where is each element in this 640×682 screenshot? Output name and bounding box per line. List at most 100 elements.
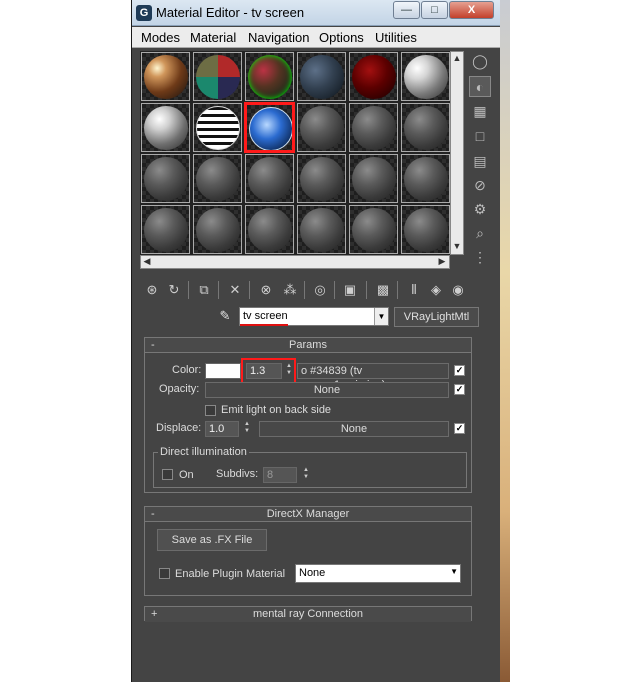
material-slot[interactable]	[193, 154, 242, 203]
menu-options[interactable]: Options	[319, 30, 364, 45]
material-sphere-preview	[352, 55, 396, 99]
material-slot[interactable]	[349, 205, 398, 254]
subdivs-spinner[interactable]: ▲ ▼	[301, 467, 311, 483]
material-slot[interactable]	[193, 103, 242, 152]
displace-field[interactable]: 1.0	[205, 421, 239, 437]
material-slot[interactable]	[401, 103, 450, 152]
material-sphere-preview	[196, 208, 240, 252]
enable-plugin-checkbox[interactable]	[159, 568, 170, 579]
emit-back-label: Emit light on back side	[221, 404, 332, 416]
material-slot[interactable]	[349, 154, 398, 203]
select-by-material-icon[interactable]: ⌕	[469, 223, 491, 244]
pick-material-icon[interactable]: ◉	[448, 280, 468, 300]
menu-navigation[interactable]: Navigation	[248, 30, 309, 45]
displace-spinner[interactable]: ▲ ▼	[242, 421, 252, 437]
go-to-parent-icon[interactable]: ⫴	[404, 280, 424, 300]
material-slot[interactable]	[349, 52, 398, 101]
material-slot[interactable]	[297, 205, 346, 254]
sample-uv-tiling-icon[interactable]: □	[469, 126, 491, 147]
get-material-icon[interactable]: ⊛	[142, 280, 162, 300]
plugin-select[interactable]: None ▼	[295, 564, 461, 583]
material-slot[interactable]	[141, 52, 190, 101]
opacity-map-button[interactable]: None	[205, 382, 449, 398]
scroll-down-icon[interactable]: ▼	[451, 241, 463, 251]
put-to-library-icon[interactable]: ⁂	[280, 280, 300, 300]
color-swatch[interactable]	[205, 363, 241, 379]
material-slot[interactable]	[297, 154, 346, 203]
material-id-channel-icon[interactable]: ◎	[310, 280, 330, 300]
video-color-check-icon[interactable]: ▤	[469, 151, 491, 172]
material-slot[interactable]	[141, 154, 190, 203]
chevron-down-icon[interactable]: ▼	[374, 308, 388, 325]
material-sphere-preview	[300, 55, 344, 99]
material-slot[interactable]	[245, 154, 294, 203]
go-forward-to-sibling-icon[interactable]: ◈	[426, 280, 446, 300]
material-sphere-preview	[404, 106, 448, 150]
material-slot[interactable]	[401, 154, 450, 203]
options-icon[interactable]: ⚙	[469, 199, 491, 220]
displace-map-button[interactable]: None	[259, 421, 449, 437]
material-slot[interactable]	[349, 103, 398, 152]
mental-ray-title: mental ray Connection	[252, 608, 364, 620]
mental-ray-rollout-header[interactable]: + mental ray Connection	[145, 607, 471, 622]
opacity-map-checkbox[interactable]: ✓	[454, 384, 465, 395]
close-button[interactable]: X	[449, 1, 494, 19]
material-slot[interactable]	[193, 52, 242, 101]
assign-to-selection-icon[interactable]: ⧉	[194, 280, 214, 300]
params-rollout: - Params Color: 1.3 ▲▼ o #34839 (tv scre…	[144, 337, 472, 493]
menu-modes[interactable]: Modes	[141, 30, 180, 45]
color-map-button[interactable]: o #34839 (tv screen1main.jpg)	[297, 363, 449, 391]
menu-utilities[interactable]: Utilities	[375, 30, 417, 45]
slots-vertical-scrollbar[interactable]: ▲ ▼	[450, 51, 464, 255]
material-slot[interactable]	[401, 52, 450, 101]
put-to-scene-icon[interactable]: ↻	[164, 280, 184, 300]
direct-on-checkbox[interactable]	[162, 469, 173, 480]
material-sphere-preview	[196, 106, 240, 150]
sample-type-icon[interactable]: ◯	[469, 51, 491, 72]
make-unique-icon[interactable]: ⊗	[256, 280, 276, 300]
displace-map-checkbox[interactable]: ✓	[454, 423, 465, 434]
material-sphere-preview	[248, 157, 292, 201]
material-slot[interactable]	[245, 52, 294, 101]
opacity-label: Opacity:	[159, 383, 200, 395]
directx-rollout-header[interactable]: - DirectX Manager	[145, 507, 471, 522]
save-fx-button[interactable]: Save as .FX File	[157, 529, 267, 551]
show-end-result-icon[interactable]: ▩	[373, 280, 393, 300]
material-map-navigator-icon[interactable]: ⋮	[469, 247, 491, 268]
slots-horizontal-scrollbar[interactable]: ◀ ▶	[140, 255, 450, 269]
material-sphere-preview	[352, 208, 396, 252]
subdivs-field[interactable]: 8	[263, 467, 297, 483]
color-map-checkbox[interactable]: ✓	[454, 365, 465, 376]
backlight-icon[interactable]: ◐	[469, 76, 491, 97]
maximize-button[interactable]: □	[421, 1, 448, 19]
material-sphere-preview	[248, 55, 292, 99]
scroll-left-icon[interactable]: ◀	[141, 256, 153, 267]
material-sphere-preview	[144, 208, 188, 252]
emit-back-checkbox[interactable]	[205, 405, 216, 416]
material-sphere-preview	[352, 157, 396, 201]
material-slot[interactable]	[141, 103, 190, 152]
material-slot[interactable]	[193, 205, 242, 254]
material-sphere-preview	[248, 208, 292, 252]
eyedropper-icon[interactable]: ✎	[216, 308, 234, 326]
material-name-text: tv screen	[243, 310, 288, 322]
reset-map-icon[interactable]: ✕	[225, 280, 245, 300]
scroll-right-icon[interactable]: ▶	[436, 256, 448, 267]
material-slot[interactable]	[141, 205, 190, 254]
show-map-in-viewport-icon[interactable]: ▣	[340, 280, 360, 300]
material-slot[interactable]	[401, 205, 450, 254]
material-slot[interactable]	[297, 52, 346, 101]
material-slot[interactable]	[297, 103, 346, 152]
params-rollout-header[interactable]: - Params	[145, 338, 471, 353]
background-checker-icon[interactable]: ▦	[469, 101, 491, 122]
material-type-button[interactable]: VRayLightMtl	[394, 307, 479, 327]
scroll-up-icon[interactable]: ▲	[451, 53, 463, 63]
material-sphere-preview	[144, 157, 188, 201]
make-preview-icon[interactable]: ⊘	[469, 175, 491, 196]
minimize-button[interactable]: —	[393, 1, 420, 19]
material-slot[interactable]	[245, 205, 294, 254]
viewport-background-strip	[500, 0, 510, 682]
menu-material[interactable]: Material	[190, 30, 236, 45]
title-bar[interactable]: G Material Editor - tv screen — □ X	[132, 0, 509, 26]
material-slot[interactable]	[245, 103, 294, 152]
